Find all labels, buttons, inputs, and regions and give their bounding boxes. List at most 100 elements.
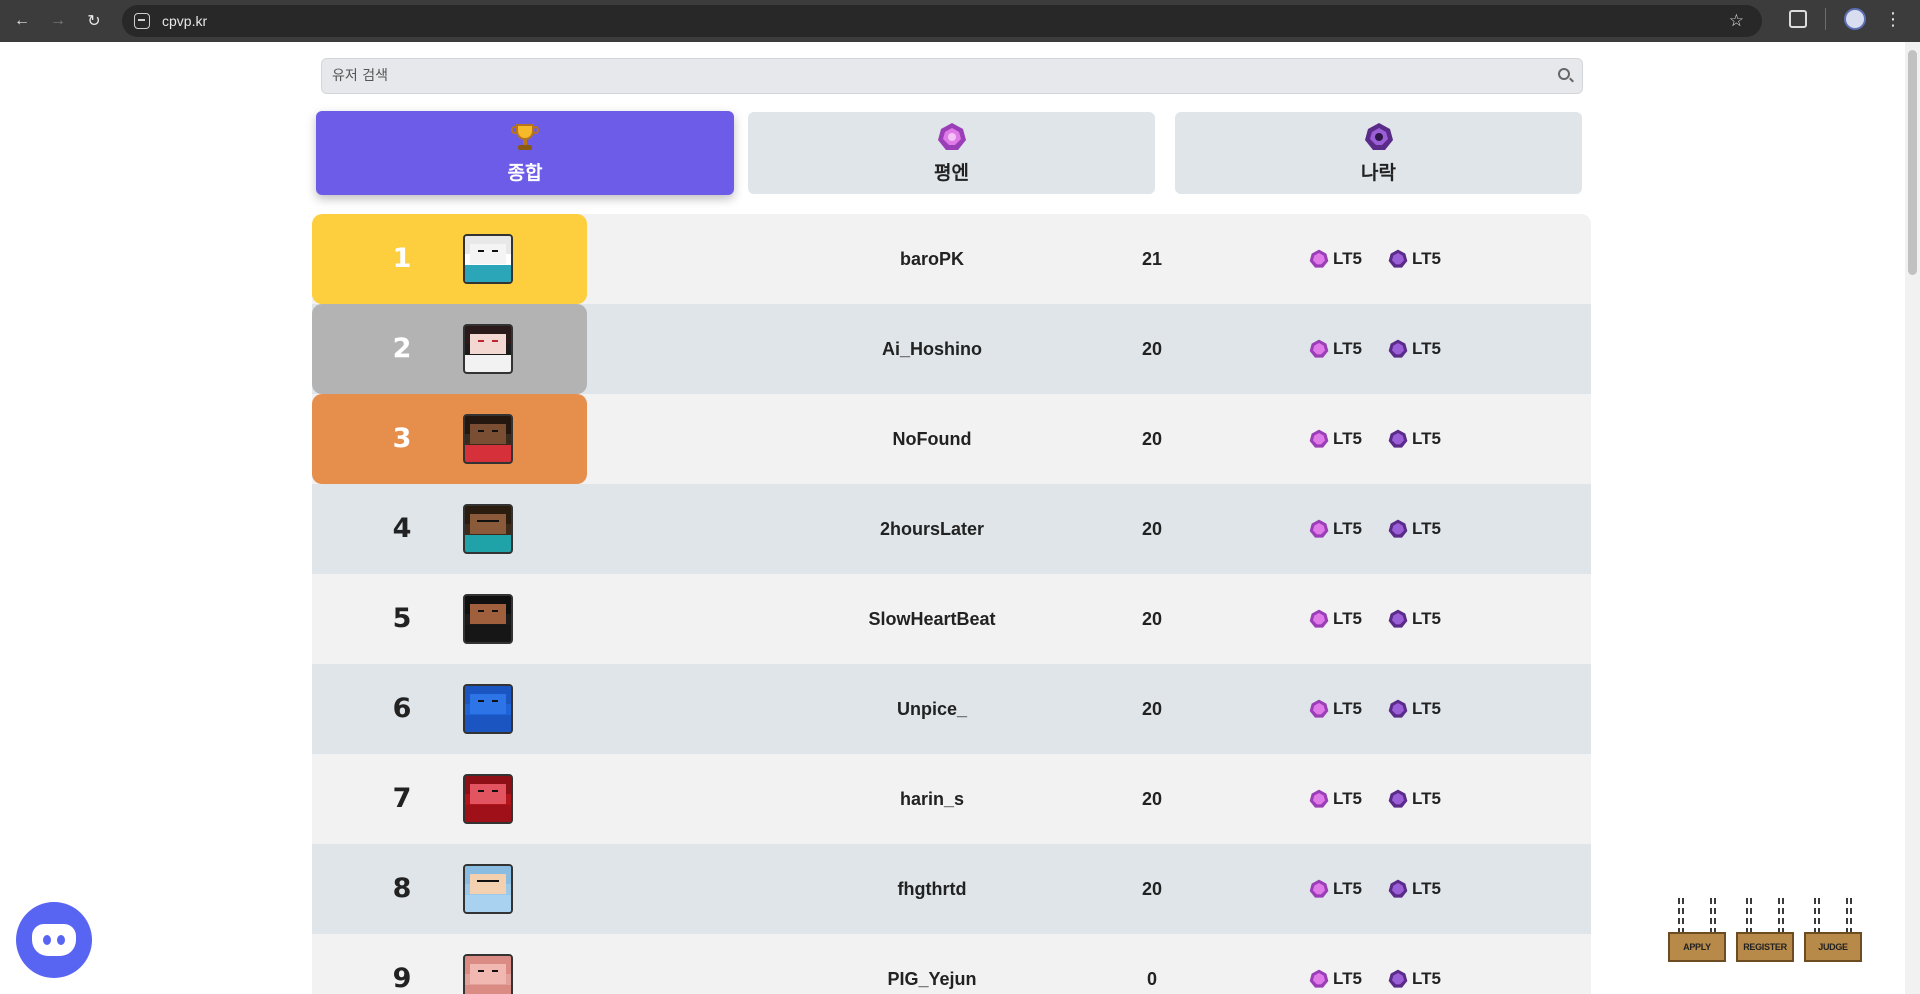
table-row[interactable]: 7 harin_s 20 LT5 LT5: [312, 754, 1591, 844]
scrollbar-thumb[interactable]: [1908, 50, 1917, 275]
bookmark-star-icon[interactable]: ☆: [1729, 11, 1744, 31]
table-row[interactable]: 6 Unpice_ 20 LT5 LT5: [312, 664, 1591, 754]
tier-badge: LT5: [1309, 754, 1362, 844]
rank-number: 4: [392, 513, 412, 544]
player-name[interactable]: Ai_Hoshino: [752, 304, 1112, 394]
address-bar[interactable]: cpvp.kr ☆: [122, 5, 1762, 37]
discord-button[interactable]: [16, 902, 92, 978]
player-avatar: [463, 324, 513, 374]
gem-icon: [1309, 249, 1329, 268]
tier-badge: LT5: [1309, 664, 1362, 754]
reload-icon[interactable]: ↻: [80, 7, 108, 35]
table-row[interactable]: 9 PIG_Yejun 0 LT5 LT5: [312, 934, 1591, 994]
tab-overall[interactable]: 종합: [316, 111, 734, 195]
rank-cell: 5: [312, 574, 587, 664]
leaderboard: 1 baroPK 21 LT5 LT5 2 Ai_Hoshino 20 LT5 …: [312, 214, 1591, 994]
sign-links: APPLY REGISTER JUDGE: [1668, 898, 1862, 962]
tier-badge: LT5: [1309, 484, 1362, 574]
sign-label: JUDGE: [1804, 932, 1862, 962]
tier-label: LT5: [1412, 699, 1441, 718]
table-row[interactable]: 1 baroPK 21 LT5 LT5: [312, 214, 1591, 304]
table-row[interactable]: 8 fhgthrtd 20 LT5 LT5: [312, 844, 1591, 934]
player-name[interactable]: Unpice_: [752, 664, 1112, 754]
tier-badge: LT5: [1388, 844, 1441, 934]
player-name[interactable]: baroPK: [752, 214, 1112, 304]
player-name[interactable]: NoFound: [752, 394, 1112, 484]
player-name[interactable]: PIG_Yejun: [752, 934, 1112, 994]
search-icon[interactable]: [1558, 68, 1570, 80]
page-scrollbar[interactable]: [1905, 42, 1920, 994]
site-info-icon[interactable]: [134, 13, 150, 29]
player-name[interactable]: SlowHeartBeat: [752, 574, 1112, 664]
table-row[interactable]: 4 2hoursLater 20 LT5 LT5: [312, 484, 1591, 574]
dark-gem-icon: [1388, 699, 1408, 718]
player-score: 20: [1141, 609, 1163, 629]
table-row[interactable]: 5 SlowHeartBeat 20 LT5 LT5: [312, 574, 1591, 664]
toolbar-divider: [1825, 8, 1826, 30]
forward-icon[interactable]: →: [44, 7, 72, 35]
dark-gem-icon: [1388, 969, 1408, 988]
tier-label: LT5: [1412, 789, 1441, 808]
dark-gem-icon: [1388, 789, 1408, 808]
trophy-icon: [510, 122, 540, 152]
gem-icon: [1309, 519, 1329, 538]
player-score: 21: [1141, 249, 1163, 269]
player-score: 20: [1141, 519, 1163, 539]
judge-sign-button[interactable]: JUDGE: [1804, 898, 1862, 962]
url-text: cpvp.kr: [162, 13, 208, 29]
table-row[interactable]: 2 Ai_Hoshino 20 LT5 LT5: [312, 304, 1591, 394]
player-name[interactable]: fhgthrtd: [752, 844, 1112, 934]
player-avatar: [463, 234, 513, 284]
tier-label: LT5: [1333, 519, 1362, 538]
player-name[interactable]: harin_s: [752, 754, 1112, 844]
dark-gem-icon: [1364, 122, 1394, 152]
tab-label: 평엔: [934, 161, 969, 184]
rank-cell: 2: [312, 304, 587, 394]
player-avatar: [463, 684, 513, 734]
rank-cell: 7: [312, 754, 587, 844]
tier-badge: LT5: [1388, 214, 1441, 304]
tab-narak[interactable]: 나락: [1175, 112, 1582, 194]
gem-icon: [1309, 969, 1329, 988]
tier-label: LT5: [1333, 789, 1362, 808]
player-avatar: [463, 594, 513, 644]
tier-badge: LT5: [1309, 934, 1362, 994]
tier-label: LT5: [1333, 699, 1362, 718]
tier-badge: LT5: [1309, 394, 1362, 484]
tier-label: LT5: [1333, 429, 1362, 448]
dark-gem-icon: [1388, 339, 1408, 358]
tier-label: LT5: [1412, 609, 1441, 628]
player-avatar: [463, 414, 513, 464]
player-score: 20: [1141, 339, 1163, 359]
back-icon[interactable]: ←: [8, 7, 36, 35]
profile-avatar-icon[interactable]: [1844, 8, 1866, 30]
user-search-bar: [321, 58, 1583, 94]
player-avatar: [463, 864, 513, 914]
rank-cell: 6: [312, 664, 587, 754]
user-search-input[interactable]: [332, 68, 1532, 84]
tier-badge: LT5: [1388, 484, 1441, 574]
rank-number: 7: [392, 783, 412, 814]
table-row[interactable]: 3 NoFound 20 LT5 LT5: [312, 394, 1591, 484]
player-score: 20: [1141, 429, 1163, 449]
more-menu-icon[interactable]: ⋮: [1884, 9, 1902, 30]
gem-icon: [1309, 429, 1329, 448]
apply-sign-button[interactable]: APPLY: [1668, 898, 1726, 962]
player-score: 20: [1141, 699, 1163, 719]
tier-badge: LT5: [1309, 214, 1362, 304]
browser-toolbar: ← → ↻ cpvp.kr ☆ ⋮: [0, 0, 1920, 42]
player-name[interactable]: 2hoursLater: [752, 484, 1112, 574]
tier-badge: LT5: [1309, 304, 1362, 394]
rank-cell: 9: [312, 934, 587, 994]
register-sign-button[interactable]: REGISTER: [1736, 898, 1794, 962]
tier-label: LT5: [1412, 969, 1441, 988]
rank-number: 9: [392, 963, 412, 994]
tab-pyeongen[interactable]: 평엔: [748, 112, 1155, 194]
gem-icon: [1309, 789, 1329, 808]
tier-label: LT5: [1412, 339, 1441, 358]
page-content: 종합 평엔 나락 1 baroPK 21 LT5: [0, 42, 1920, 994]
extensions-icon[interactable]: [1789, 10, 1807, 28]
player-score: 20: [1141, 879, 1163, 899]
tier-badge: LT5: [1388, 664, 1441, 754]
dark-gem-icon: [1388, 519, 1408, 538]
